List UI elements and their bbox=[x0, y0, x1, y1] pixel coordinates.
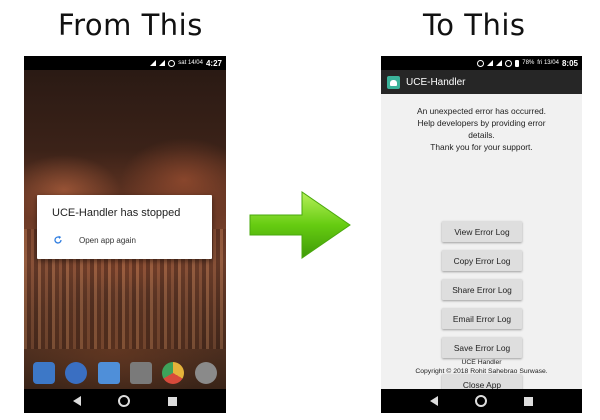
nav-bar bbox=[24, 389, 226, 413]
nav-bar bbox=[381, 389, 582, 413]
home-icon[interactable] bbox=[118, 395, 131, 407]
recents-icon[interactable] bbox=[168, 396, 178, 406]
right-arrow-icon bbox=[249, 191, 351, 259]
battery-icon bbox=[515, 59, 520, 67]
footer-app-name: UCE Handler bbox=[461, 359, 502, 366]
signal-icon bbox=[150, 60, 157, 66]
error-message: An unexpected error has occurred. Help d… bbox=[391, 105, 572, 153]
camera-app-icon[interactable] bbox=[130, 362, 153, 384]
app-title: UCE-Handler bbox=[406, 76, 466, 88]
caption-to: To This bbox=[423, 8, 526, 42]
message-line: Help developers by providing error bbox=[417, 118, 546, 128]
wifi-icon bbox=[477, 59, 485, 67]
comparison-image: From This To This sat 14/04 4:27 UCE-Han… bbox=[0, 0, 600, 420]
share-error-log-button[interactable]: Share Error Log bbox=[442, 279, 522, 300]
home-dock bbox=[24, 359, 226, 387]
save-error-log-button[interactable]: Save Error Log bbox=[442, 337, 522, 358]
status-clock: 4:27 bbox=[205, 58, 222, 68]
view-error-log-button[interactable]: View Error Log bbox=[442, 221, 522, 242]
crash-dialog: UCE-Handler has stopped Open app again bbox=[37, 195, 212, 259]
status-bar: 78% fri 13/04 8:05 bbox=[381, 56, 582, 70]
phone-after: 78% fri 13/04 8:05 UCE-Handler An unexpe… bbox=[381, 56, 582, 413]
chrome-app-icon[interactable] bbox=[162, 362, 185, 384]
email-error-log-button[interactable]: Email Error Log bbox=[442, 308, 522, 329]
message-line: details. bbox=[468, 130, 495, 140]
back-icon[interactable] bbox=[429, 396, 438, 406]
error-screen: An unexpected error has occurred. Help d… bbox=[381, 94, 582, 395]
copy-error-log-button[interactable]: Copy Error Log bbox=[442, 250, 522, 271]
phone-before: sat 14/04 4:27 UCE-Handler has stopped O… bbox=[24, 56, 226, 413]
app-bar: UCE-Handler bbox=[381, 70, 582, 94]
settings-app-icon[interactable] bbox=[194, 362, 217, 384]
status-date: fri 13/04 bbox=[537, 60, 559, 66]
status-clock: 8:05 bbox=[561, 58, 578, 68]
footer-copyright: Copyright © 2018 Rohit Sahebrao Surwase. bbox=[415, 368, 548, 375]
open-app-again-button[interactable]: Open app again bbox=[53, 235, 136, 245]
battery-percent: 78% bbox=[522, 60, 535, 66]
messages-app-icon[interactable] bbox=[65, 362, 88, 384]
recents-icon[interactable] bbox=[524, 396, 534, 406]
caption-from: From This bbox=[58, 8, 203, 42]
sync-icon bbox=[505, 59, 513, 67]
signal-icon-2 bbox=[159, 60, 166, 66]
phone-app-icon[interactable] bbox=[33, 362, 56, 384]
data-icon bbox=[168, 59, 176, 67]
signal-icon bbox=[487, 60, 494, 66]
dialog-title: UCE-Handler has stopped bbox=[52, 207, 181, 219]
message-line: An unexpected error has occurred. bbox=[417, 106, 546, 116]
message-line: Thank you for your support. bbox=[430, 142, 533, 152]
refresh-icon bbox=[53, 235, 63, 245]
status-bar: sat 14/04 4:27 bbox=[24, 56, 226, 70]
open-app-again-label: Open app again bbox=[79, 235, 136, 245]
home-icon[interactable] bbox=[474, 395, 487, 407]
back-icon[interactable] bbox=[72, 396, 81, 406]
status-date: sat 14/04 bbox=[178, 60, 203, 66]
footer: UCE Handler Copyright © 2018 Rohit Saheb… bbox=[381, 358, 582, 376]
android-icon bbox=[387, 75, 400, 89]
photos-app-icon[interactable] bbox=[97, 362, 120, 384]
signal-icon-2 bbox=[496, 60, 503, 66]
